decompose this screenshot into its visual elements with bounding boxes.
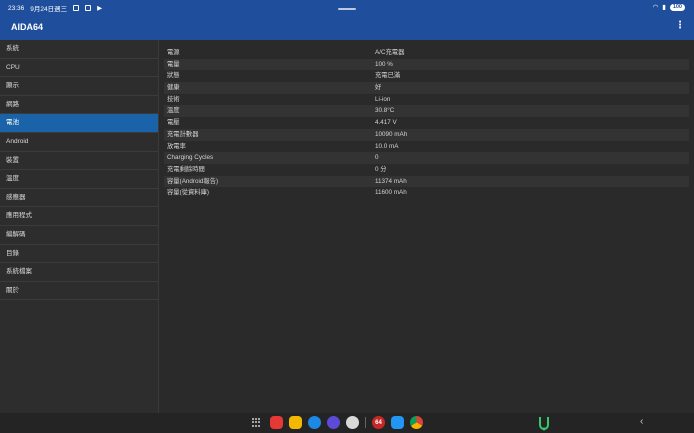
row-key: 狀態 (167, 72, 180, 80)
row-value: 0 分 (375, 165, 387, 173)
back-icon[interactable]: ‹ (640, 416, 643, 427)
table-row: 狀態 充電已滿 (164, 70, 689, 82)
row-key: 放電率 (167, 142, 186, 150)
sidebar-item-apps[interactable]: 應用程式 (0, 207, 158, 226)
sidebar-item-about[interactable]: 關於 (0, 282, 158, 301)
watermark-logo (539, 417, 549, 431)
app-drawer-icon[interactable] (252, 417, 262, 428)
dock-apps: 64 (252, 416, 423, 429)
sidebar-item-network[interactable]: 網路 (0, 96, 158, 115)
row-key: 容量(Android報告) (167, 177, 219, 185)
sidebar-item-system[interactable]: 系統 (0, 40, 158, 59)
row-key: 溫度 (167, 107, 180, 115)
row-key: 健康 (167, 84, 180, 92)
row-key: 充電計數器 (167, 130, 199, 138)
table-row: 技術 Li-ion (164, 94, 689, 106)
row-key: Charging Cycles (167, 154, 214, 162)
status-left: 23:36 9月24日週三 ▶ (8, 3, 103, 14)
row-value: Li-ion (375, 95, 391, 103)
sidebar-item-display[interactable]: 顯示 (0, 77, 158, 96)
table-row: 充電計數器 10090 mAh (164, 128, 689, 141)
row-key: 容量(從資料庫) (167, 189, 209, 197)
notification-icon-2 (85, 5, 92, 11)
taskbar: 64 ‹ (0, 413, 694, 433)
signal-icon: ▮ (662, 4, 666, 11)
row-value: 10090 mAh (375, 130, 408, 138)
table-row: Charging Cycles 0 (164, 152, 689, 164)
status-date: 9月24日週三 (30, 6, 68, 13)
row-value: 4.417 V (375, 119, 397, 127)
sidebar-item-devices[interactable]: 裝置 (0, 152, 158, 171)
table-row: 健康 好 (164, 82, 689, 94)
status-time: 23:36 (8, 4, 25, 12)
row-value: 好 (375, 84, 382, 92)
row-key: 電源 (167, 49, 180, 56)
status-right: ◠ ▮ 100 (653, 3, 685, 11)
row-key: 電量 (167, 60, 180, 68)
table-row: 溫度 30.8°C (164, 105, 689, 118)
sidebar-item-android[interactable]: Android (0, 133, 158, 152)
camera-icon[interactable] (346, 416, 359, 429)
app-bar: AIDA64 ⋮ (0, 14, 694, 40)
battery-info-table: 電源 A/C充電器 電量 100 % 狀態 充電已滿 健康 好 技術 Li-ion 溫度 3… (164, 47, 689, 199)
row-key: 充電剩餘時間 (167, 165, 205, 173)
sidebar-item-thermal[interactable]: 溫度 (0, 170, 158, 189)
sidebar-item-battery[interactable]: 電池 (0, 114, 158, 133)
table-row: 放電率 10.0 mA (164, 141, 689, 153)
sidebar-item-codecs[interactable]: 編解碼 (0, 226, 158, 245)
row-value: 充電已滿 (375, 72, 401, 80)
app-title: AIDA64 (11, 22, 44, 32)
row-value: 11600 mAh (375, 189, 407, 197)
table-row: 電壓 4.417 V (164, 117, 689, 129)
notification-icon (73, 5, 80, 11)
maps-icon[interactable] (391, 416, 404, 429)
cloud-icon[interactable] (327, 416, 340, 429)
dock-divider (365, 417, 366, 428)
notes-icon[interactable] (289, 416, 302, 429)
sidebar-item-sensors[interactable]: 感應器 (0, 189, 158, 208)
sidebar-item-cpu[interactable]: CPU (0, 59, 158, 78)
row-value: A/C充電器 (375, 49, 405, 56)
flipboard-icon[interactable] (270, 416, 283, 429)
aida64-icon[interactable]: 64 (372, 416, 385, 429)
table-row: 容量(從資料庫) 11600 mAh (164, 187, 689, 199)
row-value: 0 (375, 154, 379, 162)
table-row: 容量(Android報告) 11374 mAh (164, 175, 689, 188)
sidebar-item-system-files[interactable]: 系統檔案 (0, 263, 158, 282)
row-key: 技術 (167, 95, 180, 103)
row-value: 11374 mAh (375, 177, 407, 185)
row-value: 100 % (375, 60, 393, 68)
more-options-icon[interactable]: ⋮ (675, 20, 685, 32)
table-row: 充電剩餘時間 0 分 (164, 164, 689, 176)
messages-icon[interactable] (308, 416, 321, 429)
battery-panel: 電源 A/C充電器 電量 100 % 狀態 充電已滿 健康 好 技術 Li-ion 溫度 3… (160, 40, 694, 413)
row-key: 電壓 (167, 119, 180, 127)
sidebar: 系統 CPU 顯示 網路 電池 Android 裝置 溫度 感應器 應用程式 編… (0, 40, 159, 413)
row-value: 10.0 mA (375, 142, 399, 150)
sidebar-item-directories[interactable]: 目錄 (0, 245, 158, 264)
chrome-icon[interactable] (410, 416, 423, 429)
wifi-icon: ◠ (652, 4, 659, 11)
play-icon: ▶ (97, 5, 103, 12)
table-row: 電源 A/C充電器 (164, 47, 689, 59)
notification-handle[interactable] (338, 8, 356, 10)
row-value: 30.8°C (375, 107, 395, 115)
status-bar: 23:36 9月24日週三 ▶ ◠ ▮ 100 (0, 0, 694, 14)
battery-indicator: 100 (669, 3, 685, 11)
table-row: 電量 100 % (164, 58, 689, 71)
